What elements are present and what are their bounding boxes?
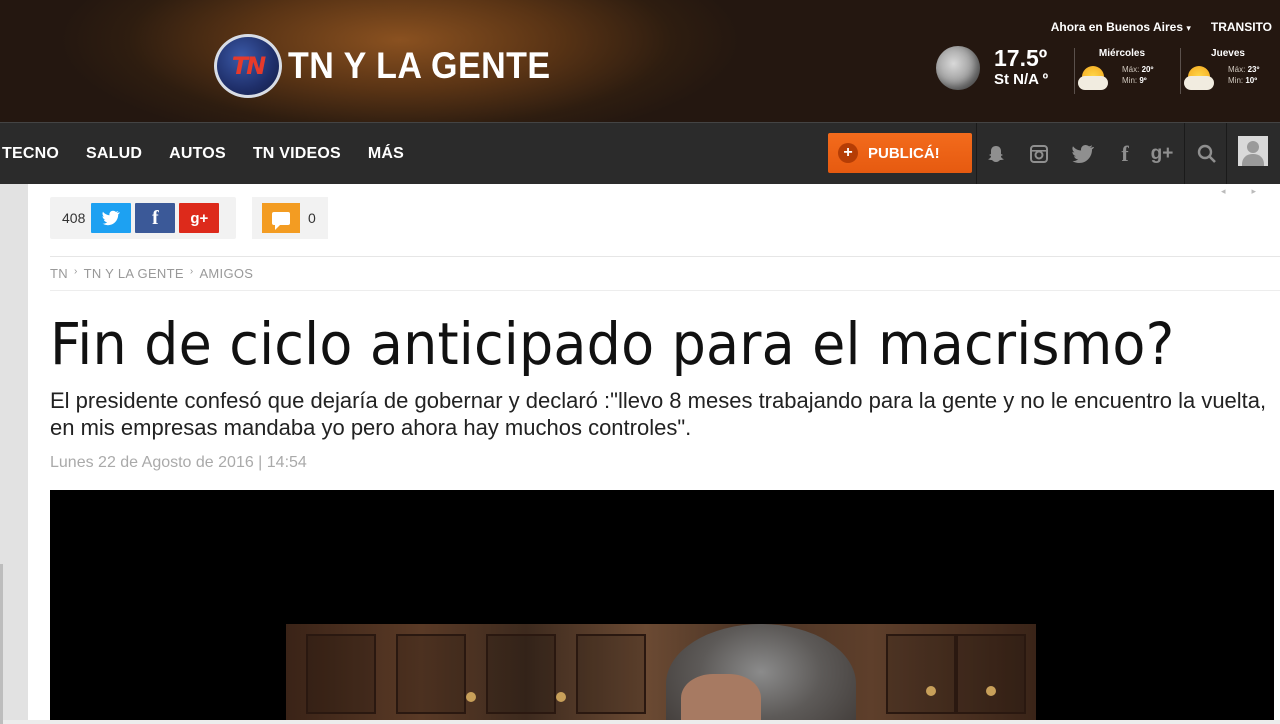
article-page: ◂ ▸ 408 f g+ 0 TN › TN Y LA GENTE › AMIG… [28,184,1280,720]
article-title: Fin de ciclo anticipado para el macrismo… [50,310,1175,378]
chevron-right-icon: › [189,266,194,277]
nav-items: TECNO SALUD AUTOS TN VIDEOS MÁS [2,123,404,185]
nav-item-salud[interactable]: SALUD [86,145,142,163]
forecast-max-label: Máx: [1122,65,1140,74]
user-icon[interactable] [1238,136,1268,166]
forecast-day-name: Jueves [1211,48,1245,59]
share-bar: 408 f g+ [50,197,236,239]
current-temperature: 17.5º [994,45,1048,71]
nav-item-autos[interactable]: AUTOS [169,145,226,163]
nav-item-mas[interactable]: MÁS [368,145,404,163]
tn-logo-icon: TN [214,34,282,98]
location-link[interactable]: Ahora en Buenos Aires ▾ [1051,20,1191,34]
forecast-min: 9º [1139,76,1147,85]
publica-label: PUBLICÁ! [868,144,940,162]
main-nav: TECNO SALUD AUTOS TN VIDEOS MÁS + PUBLIC… [0,122,1280,185]
breadcrumb-item[interactable]: TN Y LA GENTE [84,266,184,281]
article-video[interactable] [50,490,1274,720]
forecast-day: Miércoles Máx: 20º Min: 9º [1072,48,1172,90]
logo-text: TN Y LA GENTE [288,45,551,86]
nav-divider [976,123,977,185]
comments-button[interactable]: 0 [252,197,328,239]
sun-cloud-icon [1078,66,1108,92]
nav-item-tn-videos[interactable]: TN VIDEOS [253,145,341,163]
twitter-icon [102,210,121,226]
article-subtitle: El presidente confesó que dejaría de gob… [50,388,1267,440]
sun-cloud-icon [1184,66,1214,92]
twitter-icon[interactable] [1070,141,1096,167]
instagram-icon[interactable] [1026,141,1052,167]
divider [50,256,1280,257]
moon-icon [936,46,980,90]
chevron-right-icon: › [73,266,78,277]
share-count: 408 [62,210,86,226]
divider [50,290,1280,291]
snapchat-icon[interactable] [983,141,1009,167]
forecast-max-label: Máx: [1228,65,1246,74]
sensation-temperature: St N/A º [994,71,1049,88]
forecast-max: 23º [1247,65,1260,74]
arrow-right-icon[interactable]: ▸ [1251,186,1256,197]
forecast-min-label: Min: [1228,76,1244,85]
share-twitter-button[interactable] [91,203,132,233]
plus-icon: + [838,143,858,163]
article-photo [286,624,1036,720]
forecast-day-name: Miércoles [1098,48,1146,59]
search-icon[interactable] [1194,141,1220,167]
site-header: TN TN Y LA GENTE Ahora en Buenos Aires ▾… [0,0,1280,122]
comment-icon [262,203,300,233]
forecast-day: Jueves Máx: 23º Min: 10º [1178,48,1278,90]
top-links: Ahora en Buenos Aires ▾ TRANSITO [1051,20,1272,34]
nav-divider [1184,123,1185,185]
carousel-arrows: ◂ ▸ [1221,186,1256,197]
nav-item-tecno[interactable]: TECNO [2,145,59,163]
share-google-plus-button[interactable]: g+ [179,203,220,233]
breadcrumb-item[interactable]: AMIGOS [199,266,253,281]
transit-link[interactable]: TRANSITO [1211,20,1272,34]
left-margin-rule [0,564,3,724]
share-facebook-button[interactable]: f [135,203,176,233]
breadcrumb-item[interactable]: TN [50,266,68,281]
left-margin [0,184,28,724]
facebook-icon: f [152,206,159,229]
facebook-icon[interactable]: f [1112,141,1138,167]
location-link-label: Ahora en Buenos Aires [1050,20,1183,34]
chevron-down-icon: ▾ [1186,23,1191,33]
publica-button[interactable]: + PUBLICÁ! [828,133,972,173]
arrow-left-icon[interactable]: ◂ [1221,186,1226,197]
forecast-min: 10º [1245,76,1258,85]
nav-divider [1226,123,1227,185]
site-logo[interactable]: TN TN Y LA GENTE [214,34,573,98]
forecast-min-label: Min: [1122,76,1138,85]
forecast-max: 20º [1141,65,1154,74]
article-date: Lunes 22 de Agosto de 2016 | 14:54 [50,454,307,471]
breadcrumb: TN › TN Y LA GENTE › AMIGOS [50,266,253,281]
logo-badge-text: TN [231,52,266,80]
current-weather: 17.5º St N/A º [936,46,1048,90]
comment-count: 0 [308,210,316,226]
google-plus-icon[interactable]: g+ [1149,141,1175,167]
google-plus-icon: g+ [190,209,209,227]
